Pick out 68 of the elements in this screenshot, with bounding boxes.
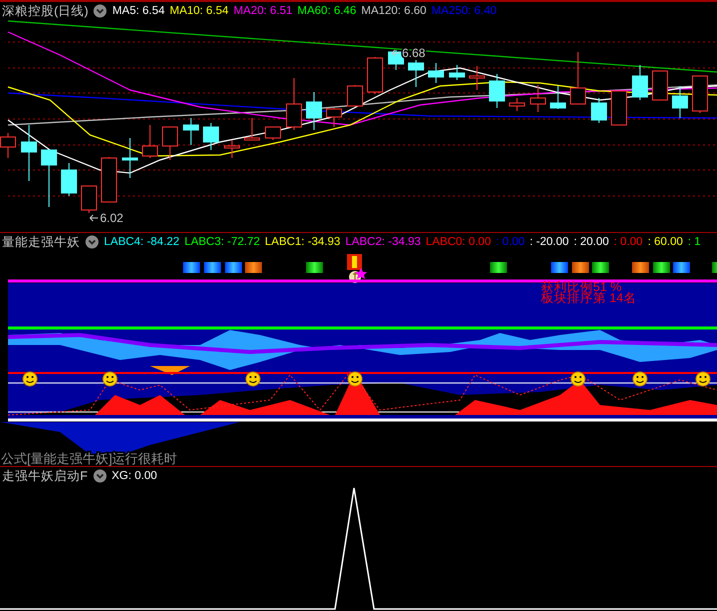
- candlestick: [388, 50, 404, 70]
- candlestick: [611, 90, 627, 126]
- candlestick: [652, 70, 668, 100]
- indicator-value: : 0.00: [496, 236, 525, 248]
- indicator-value: LABC1: -34.93: [264, 236, 340, 248]
- indicator-value: MA60: 6.46: [297, 5, 356, 17]
- candlestick: [408, 60, 424, 88]
- indicator-value: MA250: 6.40: [431, 5, 497, 17]
- candlestick: [183, 118, 199, 146]
- candlestick: [0, 132, 16, 158]
- candlestick: [21, 124, 37, 182]
- smiley-icon: [102, 372, 118, 386]
- candlestick: [203, 122, 219, 150]
- indicator-value: MA20: 6.51: [234, 5, 292, 17]
- candlestick: [265, 126, 281, 140]
- indicator-value: MA120: 6.60: [361, 5, 426, 17]
- indicator-value: : 0.00: [614, 236, 643, 248]
- panel-title: 走强牛妖启动F: [2, 468, 88, 484]
- price-label: 6.02: [100, 211, 124, 225]
- dropdown-icon[interactable]: [92, 469, 107, 483]
- smiley-icon: [246, 372, 260, 386]
- overlay-text: 板块排序第 14名: [541, 291, 636, 305]
- candlestick: [570, 52, 586, 104]
- candlestick: [326, 108, 342, 128]
- candlestick: [449, 64, 465, 80]
- price-marker-arrow: [90, 214, 98, 222]
- candlestick: [347, 84, 363, 106]
- candlestick: [306, 92, 322, 130]
- candlestick: [550, 86, 566, 110]
- smiley-icon: [22, 372, 38, 386]
- candlestick: [428, 62, 444, 84]
- candlestick: [509, 98, 525, 112]
- candlestick: [81, 186, 97, 214]
- dropdown-icon[interactable]: [93, 4, 108, 18]
- candlestick: [122, 138, 138, 178]
- candlestick: [469, 66, 485, 90]
- candlestick: [632, 64, 648, 100]
- money-bag-icon: [347, 254, 367, 283]
- indicator-value: MA10: 6.54: [170, 5, 229, 17]
- indicator-value: XG: 0.00: [112, 470, 158, 482]
- candlestick: [41, 150, 57, 208]
- candlestick: [692, 76, 708, 114]
- indicator-value: LABC3: -72.72: [184, 236, 260, 248]
- candlestick: [286, 78, 302, 130]
- indicator-value: : 1: [688, 236, 701, 248]
- dropdown-icon[interactable]: [85, 235, 99, 249]
- indicator-value: LABC0: 0.00: [426, 236, 491, 248]
- indicator-value: MA5: 6.54: [112, 5, 165, 17]
- candlestick: [224, 140, 240, 158]
- candlestick: [142, 124, 158, 158]
- candlestick: [367, 56, 383, 94]
- panel-title: 量能走强牛妖: [2, 234, 80, 250]
- candlestick: [61, 162, 77, 196]
- indicator-value: : 20.00: [574, 236, 609, 248]
- candlestick: [672, 86, 688, 118]
- candlestick: [244, 118, 260, 140]
- candlestick: [489, 74, 505, 108]
- indicator-value: : -20.00: [530, 236, 569, 248]
- smiley-icon: [570, 372, 586, 386]
- indicator-value: LABC2: -34.93: [345, 236, 421, 248]
- panel-title: 深粮控股(日线): [2, 2, 88, 20]
- price-marker-arrow: [392, 50, 400, 56]
- candlestick: [101, 156, 117, 202]
- candlestick: [530, 84, 546, 112]
- indicator-value: LABC4: -84.22: [104, 236, 180, 248]
- indicator-value: : 60.00: [648, 236, 683, 248]
- candlestick: [162, 126, 178, 160]
- candlestick: [591, 98, 607, 124]
